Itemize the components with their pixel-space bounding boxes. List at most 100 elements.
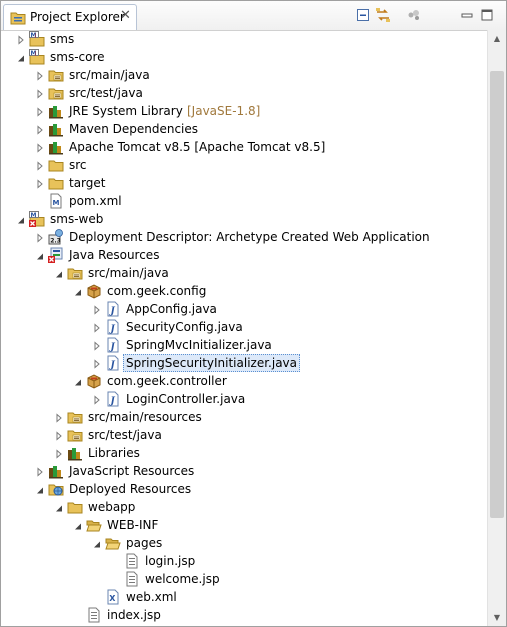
- expanded-arrow-icon[interactable]: [73, 376, 83, 386]
- tree-item[interactable]: com.geek.controller: [1, 372, 487, 390]
- view-titlebar: Project Explorer ✕: [1, 1, 506, 31]
- expanded-arrow-icon[interactable]: [54, 268, 64, 278]
- svg-text:2.3: 2.3: [50, 238, 61, 245]
- scroll-down-arrow-icon[interactable]: ▼: [488, 609, 506, 626]
- tree-item-label: login.jsp: [145, 554, 196, 568]
- folder-icon: [48, 175, 64, 191]
- tree-item[interactable]: WEB-INF: [1, 516, 487, 534]
- tree-item[interactable]: Xweb.xml: [1, 588, 487, 606]
- tree-item[interactable]: JRE System Library [JavaSE-1.8]: [1, 102, 487, 120]
- collapsed-arrow-icon[interactable]: [35, 124, 45, 135]
- expanded-arrow-icon[interactable]: [16, 52, 26, 62]
- link-with-editor-icon[interactable]: [375, 7, 391, 23]
- tree-item-label: src/main/resources: [88, 410, 202, 424]
- java-file-icon: J: [105, 337, 121, 353]
- tree-item[interactable]: Apache Tomcat v8.5 [Apache Tomcat v8.5]: [1, 138, 487, 156]
- collapsed-arrow-icon[interactable]: [35, 70, 45, 81]
- view-menu-icon[interactable]: [406, 7, 422, 23]
- tree-item-label: web.xml: [126, 590, 177, 604]
- tree-item[interactable]: Maven Dependencies: [1, 120, 487, 138]
- tree-item-label: src/main/java: [88, 266, 169, 280]
- tree-item-label: WEB-INF: [107, 518, 159, 532]
- tree-item-label: src: [69, 158, 87, 172]
- vertical-scrollbar[interactable]: ▲ ▼: [487, 30, 506, 626]
- collapsed-arrow-icon[interactable]: [92, 322, 102, 333]
- collapsed-arrow-icon[interactable]: [92, 394, 102, 405]
- tree-item[interactable]: src/main/java: [1, 264, 487, 282]
- tree-item[interactable]: login.jsp: [1, 552, 487, 570]
- scroll-thumb[interactable]: [490, 71, 504, 518]
- collapsed-arrow-icon[interactable]: [54, 430, 64, 441]
- collapsed-arrow-icon[interactable]: [35, 142, 45, 153]
- expanded-arrow-icon[interactable]: [73, 520, 83, 530]
- expanded-arrow-icon[interactable]: [35, 250, 45, 260]
- collapsed-arrow-icon[interactable]: [54, 412, 64, 423]
- expanded-arrow-icon[interactable]: [54, 502, 64, 512]
- tree-item[interactable]: index.jsp: [1, 606, 487, 624]
- expanded-arrow-icon[interactable]: [35, 484, 45, 494]
- tree-item[interactable]: src: [1, 156, 487, 174]
- tree-item[interactable]: JavaScript Resources: [1, 462, 487, 480]
- tab-project-explorer[interactable]: Project Explorer ✕: [3, 4, 137, 30]
- tree-item-label: index.jsp: [107, 608, 161, 622]
- tree-item[interactable]: M J sms: [1, 30, 487, 48]
- tree-item[interactable]: webapp: [1, 498, 487, 516]
- collapsed-arrow-icon[interactable]: [35, 88, 45, 99]
- tree-item[interactable]: Mpom.xml: [1, 192, 487, 210]
- tree-item[interactable]: J SecurityConfig.java: [1, 318, 487, 336]
- tree-item[interactable]: M J sms-core: [1, 48, 487, 66]
- tree-item[interactable]: Msms-web: [1, 210, 487, 228]
- collapsed-arrow-icon[interactable]: [35, 466, 45, 477]
- svg-text:J: J: [109, 397, 116, 407]
- minimize-icon[interactable]: [459, 7, 475, 23]
- tree-item[interactable]: Java Resources: [1, 246, 487, 264]
- tree-item[interactable]: J SpringSecurityInitializer.java: [1, 354, 487, 372]
- collapse-all-icon[interactable]: [355, 7, 371, 23]
- tree-item[interactable]: J LoginController.java: [1, 390, 487, 408]
- collapsed-arrow-icon[interactable]: [92, 340, 102, 351]
- collapsed-arrow-icon[interactable]: [35, 160, 45, 171]
- collapsed-arrow-icon[interactable]: [92, 304, 102, 315]
- tree-item[interactable]: target: [1, 174, 487, 192]
- tree-item-label: com.geek.config: [107, 284, 207, 298]
- scroll-up-arrow-icon[interactable]: ▲: [488, 30, 506, 47]
- folder-open-icon: [86, 517, 102, 533]
- tree-item[interactable]: J AppConfig.java: [1, 300, 487, 318]
- tree-item[interactable]: src/main/java: [1, 66, 487, 84]
- collapsed-arrow-icon[interactable]: [92, 358, 102, 369]
- collapsed-arrow-icon[interactable]: [35, 178, 45, 189]
- tree-item-label: Libraries: [88, 446, 140, 460]
- tree-item-label: webapp: [88, 500, 136, 514]
- tree-item[interactable]: 2.3 Deployment Descriptor: Archetype Crea…: [1, 228, 487, 246]
- tree-item-label: Maven Dependencies: [69, 122, 199, 136]
- tree-item[interactable]: src/test/java: [1, 84, 487, 102]
- close-icon[interactable]: ✕: [120, 8, 131, 24]
- maximize-icon[interactable]: [479, 7, 495, 23]
- project-tree[interactable]: M Jsms M Jsms-core src/main/java src/test/jav…: [1, 30, 487, 626]
- tree-item[interactable]: src/main/resources: [1, 408, 487, 426]
- tree-item-label: JavaScript Resources: [69, 464, 195, 478]
- source-folder-icon: [67, 427, 83, 443]
- collapsed-arrow-icon[interactable]: [35, 106, 45, 117]
- tree-item[interactable]: J SpringMvcInitializer.java: [1, 336, 487, 354]
- tree-item[interactable]: com.geek.config: [1, 282, 487, 300]
- web-project-error-icon: M: [29, 211, 45, 227]
- java-resources-error-icon: [48, 247, 64, 263]
- expanded-arrow-icon[interactable]: [73, 286, 83, 296]
- xml-file-icon: X: [105, 589, 121, 605]
- jsp-file-icon: [124, 571, 140, 587]
- tree-item[interactable]: src/test/java: [1, 426, 487, 444]
- expanded-arrow-icon[interactable]: [16, 214, 26, 224]
- collapsed-arrow-icon[interactable]: [54, 448, 64, 459]
- library-icon: [67, 445, 83, 461]
- collapsed-arrow-icon[interactable]: [16, 34, 26, 45]
- tree-item-label: Deployed Resources: [69, 482, 192, 496]
- tree-item[interactable]: pages: [1, 534, 487, 552]
- maven-project-icon: MJ: [29, 31, 45, 47]
- tree-item[interactable]: Libraries: [1, 444, 487, 462]
- expanded-arrow-icon[interactable]: [92, 538, 102, 548]
- collapsed-arrow-icon[interactable]: [35, 232, 45, 243]
- tree-item[interactable]: welcome.jsp: [1, 570, 487, 588]
- source-folder-icon: [48, 67, 64, 83]
- tree-item[interactable]: Deployed Resources: [1, 480, 487, 498]
